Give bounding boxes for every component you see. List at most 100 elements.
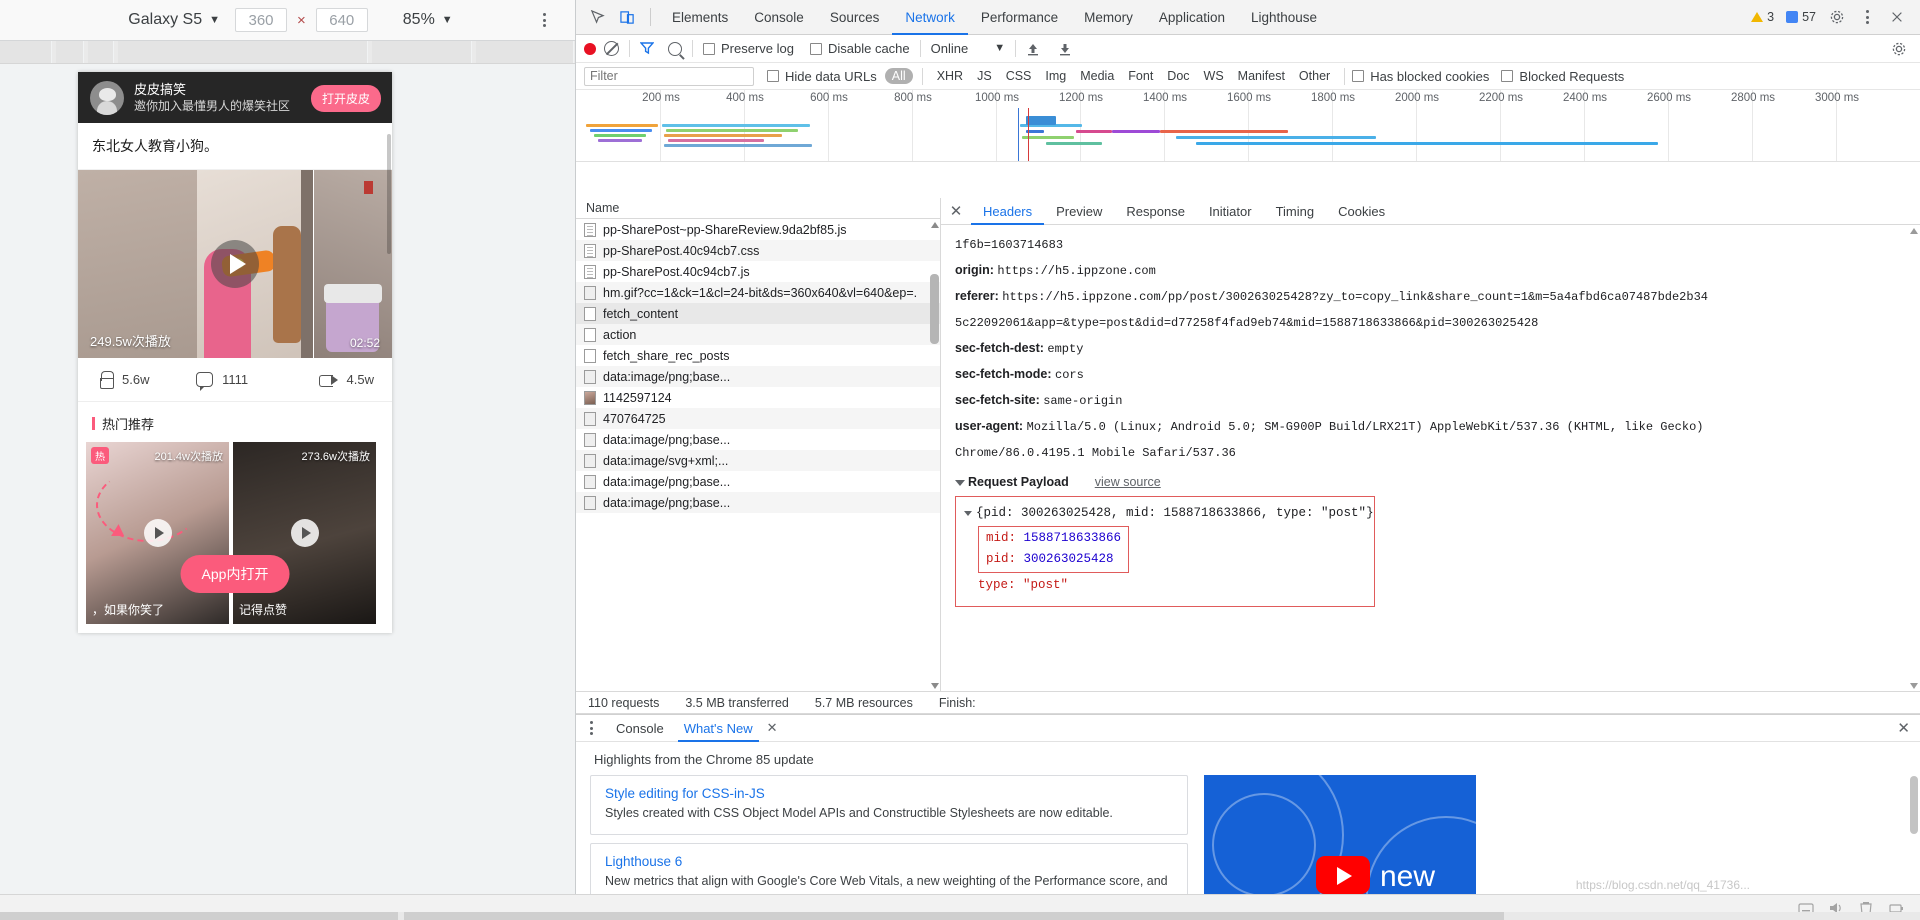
- preserve-log-checkbox[interactable]: Preserve log: [703, 41, 794, 56]
- scroll-up-icon[interactable]: [1910, 228, 1918, 234]
- drawer-close-icon[interactable]: ✕: [1897, 719, 1910, 737]
- more-vertical-icon[interactable]: [535, 11, 553, 29]
- request-row[interactable]: fetch_share_rec_posts: [576, 345, 940, 366]
- close-icon[interactable]: ✕: [945, 200, 967, 222]
- request-row[interactable]: 1142597124: [576, 387, 940, 408]
- filter-type-other[interactable]: Other: [1292, 69, 1337, 83]
- request-row[interactable]: data:image/png;base...: [576, 429, 940, 450]
- video-thumbnail[interactable]: 249.5w次播放 02:52: [78, 170, 392, 358]
- payload-summary-line[interactable]: {pid: 300263025428, mid: 1588718633866, …: [964, 503, 1374, 524]
- comment-button[interactable]: 1111: [196, 372, 291, 391]
- tab-memory[interactable]: Memory: [1071, 0, 1146, 35]
- close-icon[interactable]: [1884, 4, 1910, 30]
- like-button[interactable]: 5.6w: [96, 371, 196, 389]
- tab-lighthouse[interactable]: Lighthouse: [1238, 0, 1330, 35]
- drawer-scrollbar[interactable]: [1910, 776, 1918, 834]
- filter-type-js[interactable]: JS: [970, 69, 999, 83]
- request-row[interactable]: action: [576, 324, 940, 345]
- drawer-tab-whats-new[interactable]: What's New: [674, 715, 763, 742]
- open-app-button[interactable]: 打开皮皮: [310, 85, 381, 112]
- filter-input[interactable]: [584, 66, 754, 86]
- close-icon[interactable]: ✕: [767, 720, 778, 736]
- recommend-card[interactable]: 热 201.4w次播放 ，如果你笑了: [86, 442, 229, 624]
- error-count-badge[interactable]: 57: [1782, 10, 1820, 24]
- filter-type-css[interactable]: CSS: [999, 69, 1039, 83]
- filter-type-img[interactable]: Img: [1038, 69, 1073, 83]
- filter-type-all[interactable]: All: [884, 68, 913, 84]
- device-select[interactable]: Galaxy S5 ▼: [122, 11, 226, 29]
- clear-icon[interactable]: [604, 41, 619, 56]
- search-icon[interactable]: [668, 41, 682, 56]
- filter-type-font[interactable]: Font: [1121, 69, 1160, 83]
- zoom-select[interactable]: 85% ▼: [377, 11, 453, 29]
- inspect-element-icon[interactable]: [582, 0, 612, 35]
- filter-type-xhr[interactable]: XHR: [930, 69, 970, 83]
- tab-preview[interactable]: Preview: [1044, 198, 1114, 225]
- request-row[interactable]: pp-SharePost.40c94cb7.css: [576, 240, 940, 261]
- play-icon[interactable]: [211, 240, 259, 288]
- request-row[interactable]: data:image/png;base...: [576, 492, 940, 513]
- tab-response[interactable]: Response: [1114, 198, 1197, 225]
- tab-sources[interactable]: Sources: [817, 0, 893, 35]
- funnel-icon[interactable]: [639, 42, 655, 55]
- gear-icon[interactable]: [1824, 4, 1850, 30]
- scroll-up-icon[interactable]: [931, 222, 939, 228]
- request-list-scrollbar[interactable]: [930, 222, 939, 689]
- disable-cache-checkbox[interactable]: Disable cache: [809, 41, 910, 56]
- filter-type-ws[interactable]: WS: [1197, 69, 1231, 83]
- request-row[interactable]: 470764725: [576, 408, 940, 429]
- filter-type-media[interactable]: Media: [1073, 69, 1121, 83]
- scroll-down-icon[interactable]: [931, 683, 939, 689]
- device-toolbar-icon[interactable]: [612, 0, 642, 35]
- scrollbar-thumb[interactable]: [930, 274, 939, 344]
- open-in-app-button[interactable]: App内打开: [180, 555, 290, 593]
- record-icon[interactable]: [584, 42, 596, 55]
- tab-application[interactable]: Application: [1146, 0, 1238, 35]
- phone-viewport[interactable]: 皮皮搞笑 邀你加入最懂男人的爆笑社区 打开皮皮 东北女人教育小狗。 249.5w…: [78, 72, 392, 633]
- request-payload-header[interactable]: Request Payload view source: [955, 472, 1906, 493]
- request-row[interactable]: pp-SharePost.40c94cb7.js: [576, 261, 940, 282]
- warning-count-badge[interactable]: 3: [1747, 10, 1778, 24]
- tab-elements[interactable]: Elements: [659, 0, 741, 35]
- request-rows[interactable]: pp-SharePost~pp-ShareReview.9da2bf85.js p…: [576, 219, 940, 692]
- request-row[interactable]: hm.gif?cc=1&ck=1&cl=24-bit&ds=360x640&vl…: [576, 282, 940, 303]
- viewport-width-input[interactable]: 360: [235, 8, 287, 32]
- more-vertical-icon[interactable]: [582, 718, 600, 738]
- tab-timing[interactable]: Timing: [1264, 198, 1327, 225]
- network-settings-gear-icon[interactable]: [1886, 36, 1912, 62]
- tab-network[interactable]: Network: [892, 0, 968, 35]
- scroll-down-icon[interactable]: [1910, 683, 1918, 689]
- drawer-tab-console[interactable]: Console: [606, 715, 674, 742]
- article-title[interactable]: Lighthouse 6: [605, 854, 1173, 869]
- request-row[interactable]: data:image/png;base...: [576, 366, 940, 387]
- recommend-card[interactable]: 273.6w次播放 记得点赞: [233, 442, 376, 624]
- request-row[interactable]: fetch_content: [576, 303, 940, 324]
- import-har-icon[interactable]: [1026, 42, 1040, 56]
- tab-performance[interactable]: Performance: [968, 0, 1071, 35]
- tab-initiator[interactable]: Initiator: [1197, 198, 1264, 225]
- more-vertical-icon[interactable]: [1854, 4, 1880, 30]
- play-icon[interactable]: [290, 519, 319, 547]
- request-row[interactable]: data:image/svg+xml;...: [576, 450, 940, 471]
- viewport-height-input[interactable]: 640: [315, 8, 368, 32]
- phone-scrollbar[interactable]: [387, 134, 391, 254]
- tab-console[interactable]: Console: [741, 0, 817, 35]
- whats-new-card[interactable]: Style editing for CSS-in-JS Styles creat…: [590, 775, 1188, 835]
- view-source-link[interactable]: view source: [1095, 472, 1161, 493]
- tab-cookies[interactable]: Cookies: [1326, 198, 1397, 225]
- request-row[interactable]: pp-SharePost~pp-ShareReview.9da2bf85.js: [576, 219, 940, 240]
- hide-data-urls-checkbox[interactable]: Hide data URLs: [767, 69, 877, 84]
- export-har-icon[interactable]: [1058, 42, 1072, 56]
- blocked-requests-checkbox[interactable]: Blocked Requests: [1501, 69, 1624, 84]
- play-icon[interactable]: [143, 519, 172, 547]
- article-title[interactable]: Style editing for CSS-in-JS: [605, 786, 1173, 801]
- request-row[interactable]: data:image/png;base...: [576, 471, 940, 492]
- request-list-column-header[interactable]: Name: [576, 198, 940, 219]
- detail-scrollbar[interactable]: [1909, 228, 1918, 689]
- network-overview-timeline[interactable]: 200 ms 400 ms 600 ms 800 ms 1000 ms 1200 ms 14…: [576, 90, 1920, 162]
- tab-headers[interactable]: Headers: [971, 198, 1045, 225]
- share-button[interactable]: 4.5w: [291, 372, 374, 388]
- has-blocked-cookies-checkbox[interactable]: Has blocked cookies: [1352, 69, 1489, 84]
- filter-type-doc[interactable]: Doc: [1160, 69, 1196, 83]
- throttling-select[interactable]: Online ▼: [931, 41, 1005, 56]
